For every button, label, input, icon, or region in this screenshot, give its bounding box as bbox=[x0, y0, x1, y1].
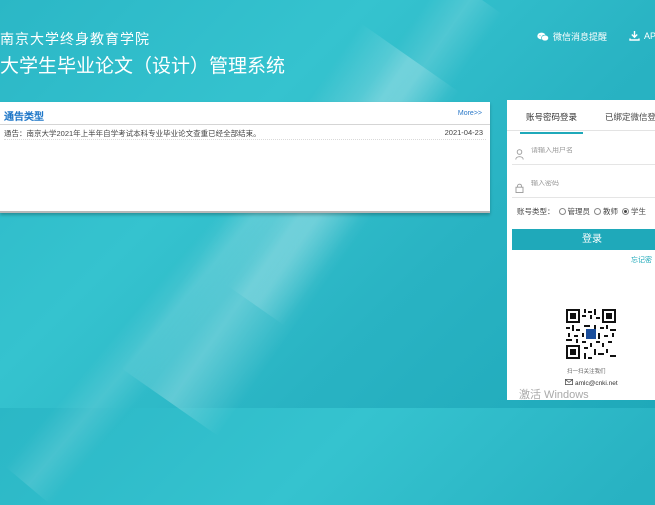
tab-wechat-login[interactable]: 已绑定微信登 bbox=[605, 111, 655, 123]
lock-icon bbox=[515, 180, 524, 198]
notice-date: 2021-04-23 bbox=[444, 128, 483, 137]
wechat-icon bbox=[537, 32, 549, 42]
account-type: 账号类型： 管理员 教师 学生 bbox=[517, 206, 646, 217]
user-icon bbox=[515, 147, 524, 165]
download-icon bbox=[629, 30, 640, 41]
background-ray bbox=[120, 23, 460, 437]
role-admin-radio[interactable]: 管理员 bbox=[558, 206, 591, 217]
app-download-link[interactable]: AP bbox=[629, 30, 655, 41]
qr-caption: 扫一扫关注我们 bbox=[567, 369, 606, 375]
notice-text[interactable]: 通告：南京大学2021年上半年自学考试本科专业毕业论文查重已经全部结束。 bbox=[4, 128, 261, 139]
role-teacher-radio[interactable]: 教师 bbox=[594, 206, 618, 217]
notice-panel: 通告类型 More>> 通告：南京大学2021年上半年自学考试本科专业毕业论文查… bbox=[0, 102, 490, 213]
username-input[interactable] bbox=[531, 147, 651, 154]
radio-dot-selected bbox=[622, 208, 629, 215]
role-admin-label: 管理员 bbox=[567, 207, 591, 216]
tab-password-login[interactable]: 账号密码登录 bbox=[519, 111, 584, 134]
role-student-radio[interactable]: 学生 bbox=[622, 206, 646, 217]
qr-code bbox=[566, 309, 616, 359]
password-input[interactable] bbox=[531, 180, 651, 187]
login-panel: 账号密码登录 已绑定微信登 账号类型： 管理员 教师 学生 登录 忘记密 bbox=[507, 100, 655, 400]
background-ray bbox=[4, 175, 296, 505]
notice-row[interactable]: 通告：南京大学2021年上半年自学考试本科专业毕业论文查重已经全部结束。 202… bbox=[4, 125, 486, 140]
login-tabs: 账号密码登录 已绑定微信登 bbox=[507, 100, 655, 134]
system-title: 大学生毕业论文（设计）管理系统 bbox=[0, 56, 286, 77]
role-teacher-label: 教师 bbox=[603, 207, 618, 216]
notice-title: 通告类型 bbox=[4, 112, 44, 123]
windows-activation-watermark: 激活 Windows bbox=[519, 389, 589, 401]
username-field[interactable] bbox=[512, 142, 655, 165]
wechat-reminder-label: 微信消息提醒 bbox=[553, 32, 608, 42]
wechat-reminder-link[interactable]: 微信消息提醒 bbox=[537, 30, 607, 43]
notice-header: 通告类型 More>> bbox=[0, 102, 490, 125]
notice-panel-bottom-border bbox=[0, 211, 490, 213]
password-field[interactable] bbox=[512, 175, 655, 198]
more-link[interactable]: More>> bbox=[458, 110, 482, 117]
qr-logo bbox=[586, 329, 596, 339]
login-button[interactable]: 登录 bbox=[512, 229, 655, 250]
forgot-password-link[interactable]: 忘记密 bbox=[631, 255, 652, 265]
radio-dot bbox=[558, 208, 566, 215]
school-name: 南京大学终身教育学院 bbox=[0, 32, 150, 48]
role-student-label: 学生 bbox=[631, 207, 646, 216]
account-type-label: 账号类型： bbox=[517, 207, 555, 216]
radio-dot bbox=[594, 208, 601, 215]
app-download-label: AP bbox=[644, 30, 655, 41]
